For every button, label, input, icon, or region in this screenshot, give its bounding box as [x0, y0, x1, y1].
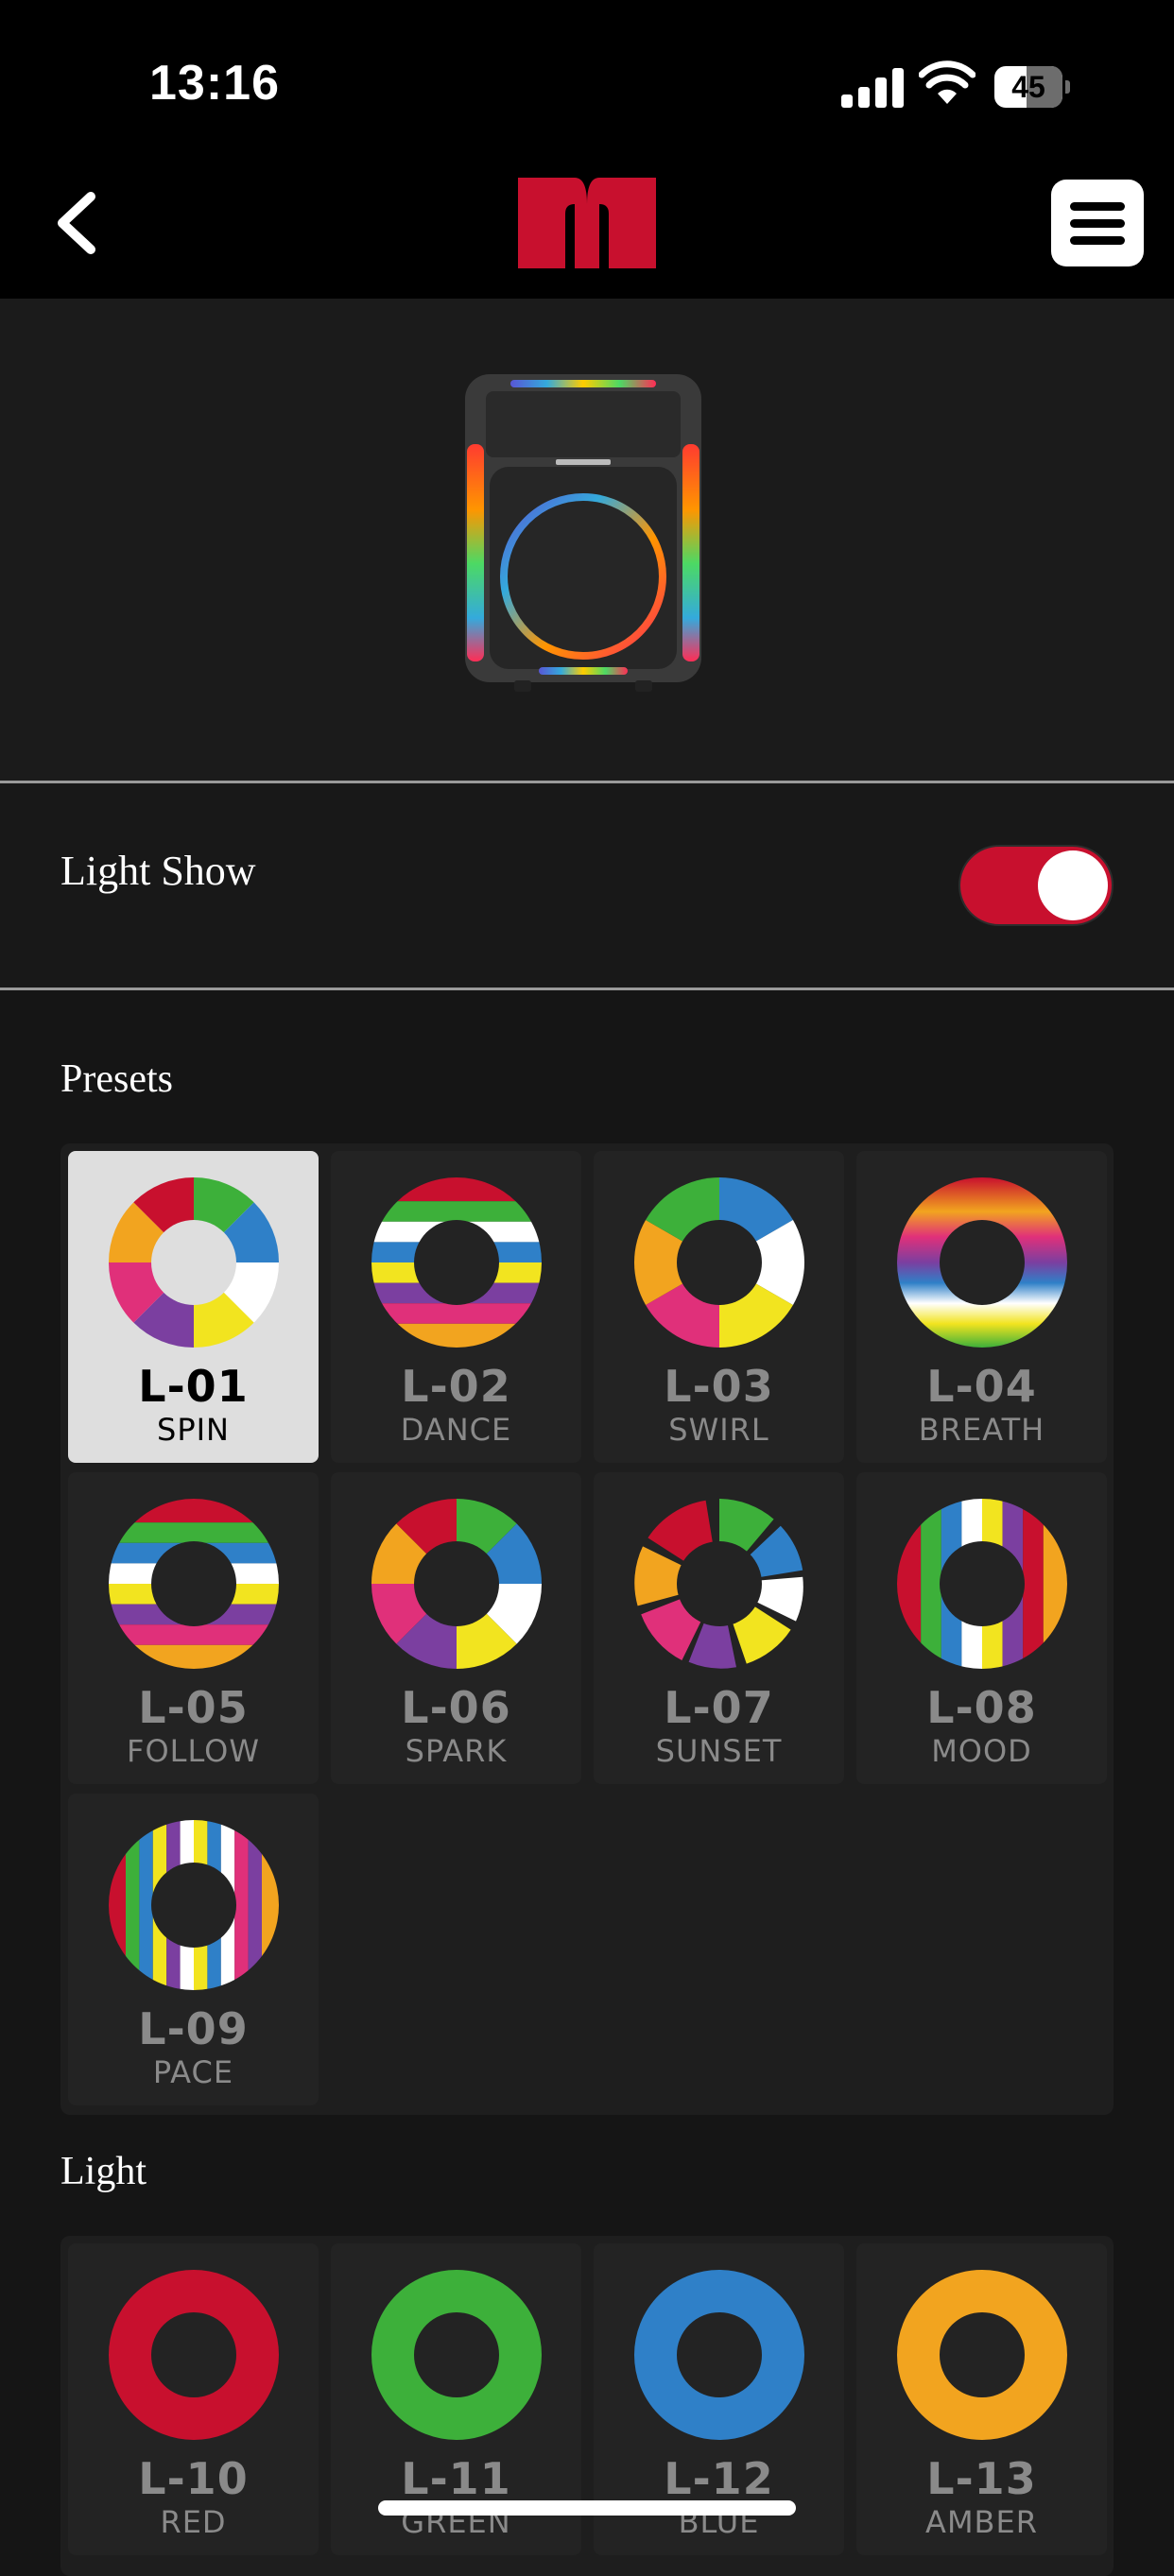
light-code: L-12: [664, 2453, 774, 2504]
blue-ring-icon: [634, 2270, 804, 2440]
speaker-image: [465, 374, 701, 692]
wifi-icon: [919, 60, 975, 104]
light-l13-tile[interactable]: L-13 AMBER: [856, 2243, 1107, 2555]
preset-l04-tile[interactable]: L-04 BREATH: [856, 1151, 1107, 1463]
spin-pattern-icon: [109, 1177, 279, 1348]
dance-pattern-icon: [371, 1177, 542, 1348]
preset-l01-tile[interactable]: L-01 SPIN: [68, 1151, 319, 1463]
light-code: L-10: [138, 2453, 249, 2504]
preset-code: L-05: [138, 1682, 249, 1733]
battery-level: 45: [1011, 70, 1045, 104]
light-show-label: Light Show: [60, 848, 256, 894]
light-code: L-11: [401, 2453, 511, 2504]
preset-name: SUNSET: [655, 1733, 783, 1769]
preset-name: SPIN: [157, 1412, 230, 1448]
spark-pattern-icon: [371, 1499, 542, 1669]
preset-code: L-09: [138, 2003, 249, 2054]
swirl-pattern-icon: [634, 1177, 804, 1348]
preset-l06-tile[interactable]: L-06 SPARK: [331, 1472, 581, 1784]
monster-logo: [518, 178, 656, 268]
light-show-toggle[interactable]: [958, 845, 1114, 926]
status-time: 13:16: [149, 56, 280, 111]
preset-code: L-06: [401, 1682, 511, 1733]
home-indicator[interactable]: [378, 2500, 796, 2516]
preset-code: L-08: [926, 1682, 1037, 1733]
preset-code: L-04: [926, 1361, 1037, 1412]
preset-name: DANCE: [400, 1412, 512, 1448]
preset-l02-tile[interactable]: L-02 DANCE: [331, 1151, 581, 1463]
red-ring-icon: [109, 2270, 279, 2440]
back-chevron-icon[interactable]: [49, 189, 106, 257]
light-title: Light: [60, 2150, 147, 2193]
light-name: AMBER: [925, 2504, 1038, 2540]
divider-bottom: [0, 987, 1174, 990]
cellular-signal-icon: [841, 66, 904, 108]
preset-l08-tile[interactable]: L-08 MOOD: [856, 1472, 1107, 1784]
preset-name: BREATH: [918, 1412, 1045, 1448]
sunset-pattern-icon: [634, 1499, 803, 1669]
green-ring-icon: [371, 2270, 542, 2440]
preset-code: L-07: [664, 1682, 774, 1733]
mood-pattern-icon: [897, 1499, 1067, 1669]
preset-name: SWIRL: [668, 1412, 769, 1448]
pace-pattern-icon: [109, 1820, 279, 1990]
amber-ring-icon: [897, 2270, 1067, 2440]
preset-name: PACE: [152, 2054, 234, 2090]
light-name: RED: [160, 2504, 227, 2540]
follow-pattern-icon: [109, 1499, 279, 1669]
preset-code: L-03: [664, 1361, 774, 1412]
presets-title: Presets: [60, 1057, 173, 1101]
preset-code: L-01: [138, 1361, 249, 1412]
presets-grid: L-01 SPIN L-02 DANCE L-03 SWIRL L-04 BRE…: [60, 1143, 1114, 2115]
light-l10-tile[interactable]: L-10 RED: [68, 2243, 319, 2555]
preset-code: L-02: [401, 1361, 511, 1412]
preset-name: MOOD: [931, 1733, 1032, 1769]
light-code: L-13: [926, 2453, 1037, 2504]
preset-l05-tile[interactable]: L-05 FOLLOW: [68, 1472, 319, 1784]
battery-icon: 45: [994, 66, 1070, 108]
breath-pattern-icon: [897, 1177, 1067, 1348]
menu-button[interactable]: [1051, 180, 1144, 266]
light-grid: L-10 RED L-11 GREEN L-12 BLUE L-13 AMBER: [60, 2236, 1114, 2576]
preset-name: SPARK: [405, 1733, 508, 1769]
toggle-knob: [1038, 850, 1108, 920]
status-bar: 13:16 45: [0, 0, 1174, 170]
preset-l03-tile[interactable]: L-03 SWIRL: [594, 1151, 844, 1463]
preset-l07-tile[interactable]: L-07 SUNSET: [594, 1472, 844, 1784]
preset-l09-tile[interactable]: L-09 PACE: [68, 1794, 319, 2105]
preset-name: FOLLOW: [127, 1733, 260, 1769]
